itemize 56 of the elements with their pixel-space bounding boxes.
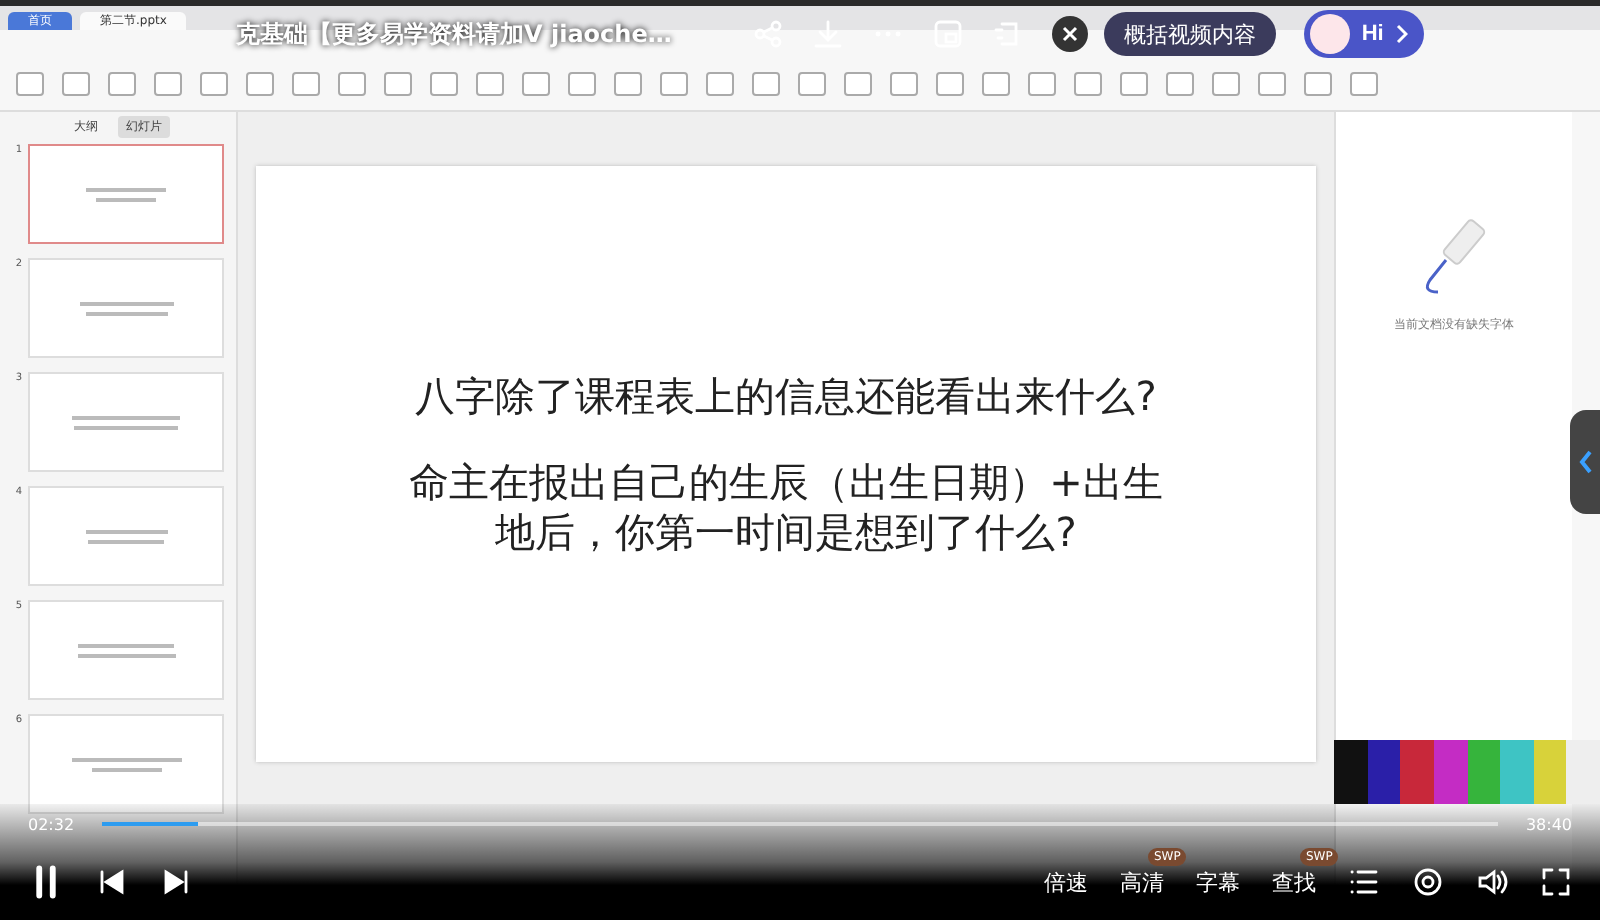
player-option[interactable]: 高清 <box>1120 867 1164 897</box>
toolbar-icon[interactable] <box>1028 72 1056 96</box>
toolbar-icon[interactable] <box>1350 72 1378 96</box>
toolbar-icon[interactable] <box>1212 72 1240 96</box>
download-icon[interactable] <box>811 18 844 50</box>
toolbar-icon[interactable] <box>844 72 872 96</box>
volume-icon[interactable] <box>1476 866 1508 898</box>
toolbar-icon[interactable] <box>1304 72 1332 96</box>
toolbar-icon[interactable] <box>660 72 688 96</box>
player-option[interactable]: 查找 <box>1272 867 1316 897</box>
toolbar-icon[interactable] <box>1166 72 1194 96</box>
share-icon[interactable] <box>751 18 784 50</box>
assistant-button[interactable]: Hi <box>1303 10 1424 58</box>
chevron-icon <box>1577 450 1593 474</box>
avatar-icon <box>1309 14 1350 54</box>
toolbar-icon[interactable] <box>936 72 964 96</box>
player-option[interactable]: 字幕 <box>1196 867 1240 897</box>
toolbar-icon[interactable] <box>154 72 182 96</box>
toolbar-icon[interactable] <box>200 72 228 96</box>
toolbar-icon[interactable] <box>338 72 366 96</box>
toolbar-icon[interactable] <box>16 72 44 96</box>
toolbar-icon[interactable] <box>752 72 780 96</box>
toolbar-icon[interactable] <box>384 72 412 96</box>
player-option[interactable]: 倍速 <box>1044 867 1088 897</box>
picture-in-picture-icon[interactable] <box>931 18 964 50</box>
chevron-icon <box>1395 24 1408 44</box>
settings-icon[interactable] <box>1412 866 1444 898</box>
elapsed-time: 02:32 <box>28 815 75 833</box>
toolbar-icon[interactable] <box>246 72 274 96</box>
toolbar-icon[interactable] <box>476 72 504 96</box>
toolbar-icon[interactable] <box>568 72 596 96</box>
slide-thumbnail[interactable] <box>28 144 224 244</box>
toolbar-icon[interactable] <box>890 72 918 96</box>
toolbar-icon[interactable] <box>292 72 320 96</box>
toolbar-icon[interactable] <box>430 72 458 96</box>
toolbar-icon[interactable] <box>706 72 734 96</box>
next-icon[interactable] <box>160 866 192 898</box>
collapse-tab[interactable] <box>1570 410 1600 514</box>
slide-text: 八字除了课程表上的信息还能看出来什么? <box>415 371 1157 421</box>
toolbar-icon[interactable] <box>614 72 642 96</box>
toolbar-icon[interactable] <box>798 72 826 96</box>
video-title: 克基础【更多易学资料请加V jiaoche… <box>236 17 672 51</box>
previous-icon[interactable] <box>96 866 128 898</box>
toolbar-icon[interactable] <box>1258 72 1286 96</box>
toolbar-icon[interactable] <box>108 72 136 96</box>
toolbar-icon[interactable] <box>522 72 550 96</box>
playlist-icon[interactable] <box>1348 866 1380 898</box>
toolbar-icon[interactable] <box>1120 72 1148 96</box>
toolbar-icon[interactable] <box>1074 72 1102 96</box>
toolbar-icon[interactable] <box>982 72 1010 96</box>
toolbar-icon[interactable] <box>62 72 90 96</box>
duration-time: 38:40 <box>1525 815 1572 833</box>
summary-button[interactable]: 概括视频内容 <box>1103 12 1276 56</box>
close-icon[interactable] <box>1051 16 1088 52</box>
slide-text: 命主在报出自己的生辰（出生日期）+出生地后，你第一时间是想到了什么? <box>407 457 1165 557</box>
fullscreen-icon[interactable] <box>1540 866 1572 898</box>
